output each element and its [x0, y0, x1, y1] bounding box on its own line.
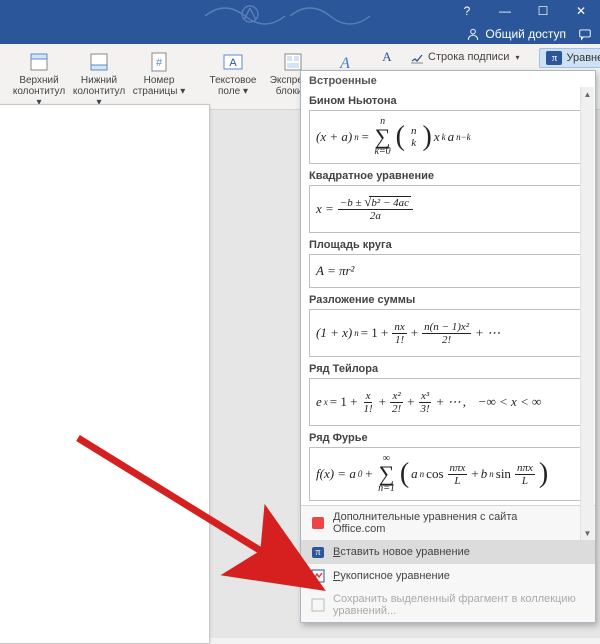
title-bar: ? — ☐ ✕ Общий доступ [0, 0, 600, 44]
insert-equation-label: ВВставить новое уравнениеставить новое у… [333, 546, 470, 558]
eq-item-sumexp[interactable]: (1 + x)n = 1 + nx1! + n(n − 1)x²2! + ⋯ [309, 309, 587, 357]
eq-item-binom[interactable]: (x + a)n = n∑k=0 (nk) xkan−k [309, 110, 587, 164]
gallery-footer: Дополнительные уравнения с сайта Office.… [301, 505, 595, 622]
share-label: Общий доступ [485, 27, 566, 41]
equation-label: Уравнение [566, 52, 600, 64]
save-equation-label: Сохранить выделенный фрагмент в коллекци… [333, 593, 585, 617]
eq-item-fourier[interactable]: f(x) = a0 + ∞∑n=1 ( an cos nπxL + bn sin… [309, 447, 587, 501]
scroll-up-icon[interactable]: ▲ [581, 87, 594, 101]
eq-title-sumexp: Разложение суммы [309, 294, 587, 306]
scroll-down-icon[interactable]: ▼ [581, 526, 594, 540]
page-number-button[interactable]: # Номерстраницы ▾ [130, 48, 188, 111]
title-scribble [200, 2, 390, 26]
title-center [0, 0, 448, 44]
eq-title-binom: Бином Ньютона [309, 95, 587, 107]
person-icon [466, 27, 480, 41]
help-button[interactable]: ? [448, 0, 486, 22]
pi-icon: π [546, 51, 562, 65]
equation-gallery: Встроенные Бином Ньютона (x + a)n = n∑k=… [300, 70, 596, 623]
close-button[interactable]: ✕ [562, 0, 600, 22]
minimize-button[interactable]: — [486, 0, 524, 22]
header-icon [28, 51, 50, 73]
eq-item-circle[interactable]: A = πr² [309, 254, 587, 288]
textbox-icon: A [222, 51, 244, 73]
equation-dropdown-button[interactable]: π Уравнение ▾ [539, 48, 600, 68]
eq-item-taylor[interactable]: ex = 1 + x1! + x²2! + x³3! + ⋯ , −∞ < x … [309, 378, 587, 426]
eq-title-taylor: Ряд Тейлора [309, 363, 587, 375]
gallery-scroll: Бином Ньютона (x + a)n = n∑k=0 (nk) xkan… [301, 89, 595, 505]
signature-label: Строка подписи [428, 51, 509, 63]
ribbon-group-header-footer: Верхнийколонтитул ▾ Нижнийколонтитул ▾ #… [6, 44, 192, 109]
save-equation-item: Сохранить выделенный фрагмент в коллекци… [301, 588, 595, 622]
insert-equation-item[interactable]: π ВВставить новое уравнениеставить новое… [301, 540, 595, 564]
gallery-header: Встроенные [301, 71, 595, 89]
eq-title-quadratic: Квадратное уравнение [309, 170, 587, 182]
dropcap-button[interactable]: A [376, 48, 398, 66]
svg-text:A: A [229, 57, 237, 69]
eq-title-circle: Площадь круга [309, 239, 587, 251]
ink-icon [311, 569, 325, 583]
signature-icon [410, 50, 424, 64]
office-icon [311, 516, 325, 530]
gallery-scrollbar[interactable]: ▲ ▼ [580, 87, 594, 540]
footer-button[interactable]: Нижнийколонтитул ▾ [70, 48, 128, 111]
comment-icon[interactable] [578, 27, 592, 41]
maximize-button[interactable]: ☐ [524, 0, 562, 22]
header-button[interactable]: Верхнийколонтитул ▾ [10, 48, 68, 111]
eq-item-quadratic[interactable]: x = −b ± √b² − 4ac 2a [309, 185, 587, 233]
pi-icon: π [311, 545, 325, 559]
ink-equation-label: Рукописное уравнение [333, 570, 450, 582]
more-equations-item[interactable]: Дополнительные уравнения с сайта Office.… [301, 506, 595, 540]
footer-icon [88, 51, 110, 73]
save-icon [311, 598, 325, 612]
eq-title-fourier: Ряд Фурье [309, 432, 587, 444]
svg-text:#: # [156, 57, 163, 69]
document-page[interactable] [0, 104, 210, 644]
more-equations-label: Дополнительные уравнения с сайта Office.… [333, 511, 572, 535]
share-button[interactable]: Общий доступ [466, 27, 566, 41]
textbox-button[interactable]: A Текстовоеполе ▾ [204, 48, 262, 100]
share-bar: Общий доступ [466, 27, 592, 41]
ink-equation-item[interactable]: Рукописное уравнение [301, 564, 595, 588]
page-number-icon: # [148, 51, 170, 73]
dropcap-icon: A [380, 50, 394, 64]
signature-line-button[interactable]: Строка подписи ▾ [406, 48, 523, 66]
